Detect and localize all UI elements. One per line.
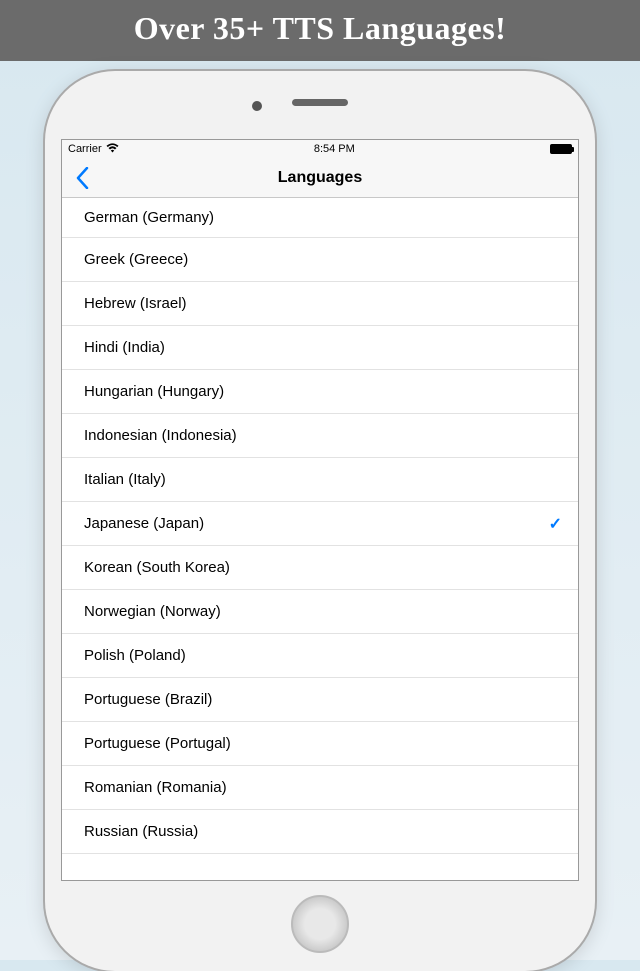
checkmark-icon: ✓ (549, 514, 562, 534)
list-item[interactable]: Hindi (India) (62, 326, 578, 370)
carrier-label: Carrier (68, 143, 102, 155)
wifi-icon (106, 143, 119, 156)
list-item[interactable]: Indonesian (Indonesia) (62, 414, 578, 458)
list-item[interactable]: Polish (Poland) (62, 634, 578, 678)
language-label: Japanese (Japan) (84, 515, 204, 532)
home-button[interactable] (291, 895, 349, 953)
language-label: Portuguese (Portugal) (84, 735, 231, 752)
list-item[interactable]: Norwegian (Norway) (62, 590, 578, 634)
language-label: Indonesian (Indonesia) (84, 427, 237, 444)
list-item[interactable]: Portuguese (Brazil) (62, 678, 578, 722)
language-label: Polish (Poland) (84, 647, 186, 664)
list-item[interactable]: Japanese (Japan) ✓ (62, 502, 578, 546)
list-item[interactable]: German (Germany) (62, 198, 578, 238)
battery-icon (550, 144, 572, 154)
language-label: Romanian (Romania) (84, 779, 227, 796)
list-item[interactable]: Hungarian (Hungary) (62, 370, 578, 414)
phone-screen: Carrier 8:54 PM Languages German (German… (61, 139, 579, 881)
status-bar: Carrier 8:54 PM (62, 140, 578, 158)
back-button[interactable] (62, 158, 102, 198)
list-item[interactable]: Greek (Greece) (62, 238, 578, 282)
language-label: Greek (Greece) (84, 251, 188, 268)
page-title: Languages (278, 169, 362, 187)
language-label: Korean (South Korea) (84, 559, 230, 576)
list-item[interactable]: Korean (South Korea) (62, 546, 578, 590)
clock: 8:54 PM (314, 143, 355, 155)
phone-earpiece (292, 99, 348, 106)
list-item[interactable]: Romanian (Romania) (62, 766, 578, 810)
list-item[interactable]: Hebrew (Israel) (62, 282, 578, 326)
list-item[interactable]: Russian (Russia) (62, 810, 578, 854)
language-label: Hungarian (Hungary) (84, 383, 224, 400)
language-list[interactable]: German (Germany) Greek (Greece) Hebrew (Is… (62, 198, 578, 880)
list-item[interactable]: Italian (Italy) (62, 458, 578, 502)
language-label: Norwegian (Norway) (84, 603, 221, 620)
phone-frame: Carrier 8:54 PM Languages German (German… (45, 71, 595, 971)
language-label: Hindi (India) (84, 339, 165, 356)
list-item[interactable]: Portuguese (Portugal) (62, 722, 578, 766)
promo-banner: Over 35+ TTS Languages! (0, 0, 640, 61)
phone-camera-dot (252, 101, 262, 111)
language-label: Italian (Italy) (84, 471, 166, 488)
language-label: German (Germany) (84, 209, 214, 226)
language-label: Hebrew (Israel) (84, 295, 187, 312)
language-label: Portuguese (Brazil) (84, 691, 212, 708)
language-label: Russian (Russia) (84, 823, 198, 840)
navigation-bar: Languages (62, 158, 578, 198)
phone-speaker-grill (292, 99, 348, 106)
